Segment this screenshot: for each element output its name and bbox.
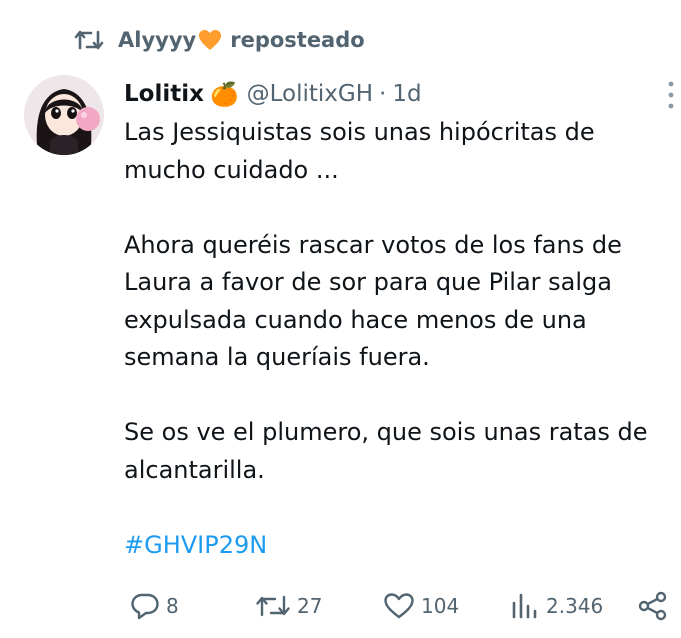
text-line: Se os ve el plumero, que sois unas ratas… [124,418,648,446]
more-options-icon[interactable] [668,80,674,110]
action-bar: 8 27 104 2.346 [124,588,669,624]
text-line: semana la queríais fuera. [124,343,430,371]
text-line: mucho cuidado ... [124,155,339,184]
like-button[interactable]: 104 [383,588,459,624]
repost-count: 27 [297,594,323,618]
repost-icon [74,28,104,52]
text-line: Ahora queréis rascar votos de los fans d… [124,230,622,259]
user-handle[interactable]: @LolitixGH [247,81,373,107]
share-button[interactable] [638,588,668,624]
heart-icon [383,592,415,620]
tweet-header: Lolitix 🍊 @LolitixGH · 1d [124,74,422,114]
views-button[interactable]: 2.346 [510,588,603,624]
share-icon [638,591,668,621]
text-line: Laura a favor de sor para que Pilar salg… [124,268,612,296]
views-count: 2.346 [546,594,604,618]
timestamp[interactable]: 1d [392,81,421,107]
text-line: alcantarilla. [124,455,265,484]
like-count: 104 [421,594,460,618]
text-line: Las Jessiquistas sois unas hipócritas de [124,118,595,146]
text-line: expulsada cuando hace menos de una [124,305,587,334]
avatar[interactable] [24,75,104,155]
hashtag-link[interactable]: #GHVIP29N [124,527,669,565]
repost-icon [255,593,291,619]
separator-dot: · [379,81,387,107]
repost-button[interactable]: 27 [255,588,322,624]
repost-indicator[interactable]: Alyyyy reposteado [74,24,365,56]
orange-heart-icon [198,29,222,51]
repost-username[interactable]: Alyyyy [118,28,196,52]
views-icon [510,592,540,620]
tweet-text: Las Jessiquistas sois unas hipócritas de… [124,114,669,564]
reply-button[interactable]: 8 [130,588,179,624]
reply-icon [130,592,160,620]
repost-action-label: reposteado [230,28,365,52]
display-name[interactable]: Lolitix [124,81,204,107]
orange-emoji-icon: 🍊 [209,81,239,108]
reply-count: 8 [166,594,179,618]
